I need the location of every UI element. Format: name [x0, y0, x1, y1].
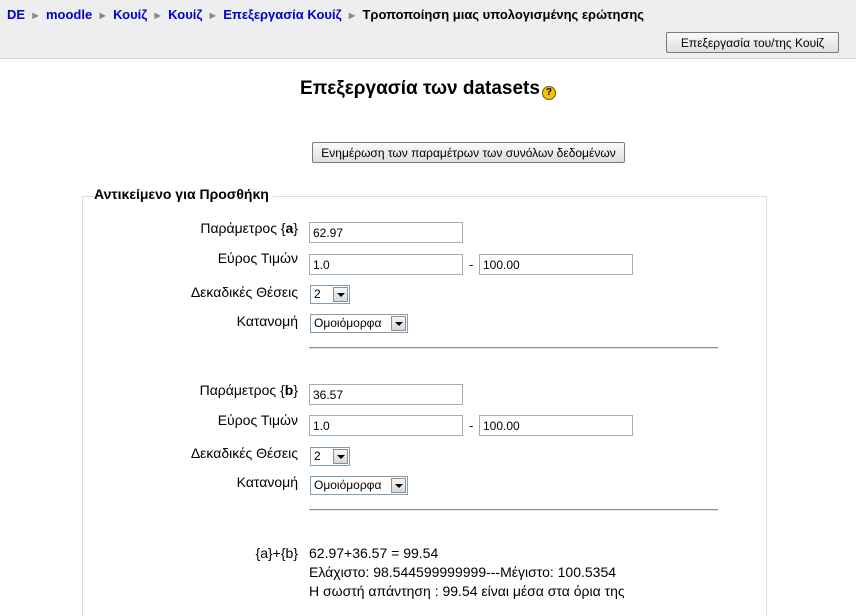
- param-b-decimals-select[interactable]: 2: [310, 447, 350, 466]
- param-b-value-input[interactable]: [309, 384, 463, 405]
- edit-quiz-button[interactable]: Επεξεργασία του/της Κουίζ: [666, 32, 839, 53]
- calculation-answer-check: Η σωστή απάντηση : 99.54 είναι μέσα στα …: [309, 583, 625, 599]
- chevron-down-icon: [391, 478, 406, 493]
- breadcrumb-link-de[interactable]: DE: [7, 7, 25, 22]
- param-label-suffix: }: [293, 220, 298, 236]
- page-title: Επεξεργασία των datasets: [300, 78, 540, 99]
- param-a-value-input[interactable]: [309, 222, 463, 243]
- chevron-down-icon: [333, 287, 348, 302]
- param-b-range-label: Εύρος Τιμών: [217, 412, 298, 428]
- formula-label: {a}+{b}: [255, 545, 298, 561]
- help-icon[interactable]: ?: [541, 86, 556, 100]
- param-a-range-min-input[interactable]: [309, 254, 463, 275]
- page-title-row: Επεξεργασία των datasets?: [0, 78, 856, 100]
- update-dataset-parameters-button[interactable]: Ενημέρωση των παραμέτρων των συνόλων δεδ…: [312, 142, 625, 163]
- calculation-min-max: Ελάχιστο: 98.544599999999---Μέγιστο: 100…: [309, 564, 617, 580]
- breadcrumb: DE ► moodle ► Κουίζ ► Κουίζ ► Επεξεργασία Κουίζ ►…: [7, 7, 644, 22]
- breadcrumb-link-moodle[interactable]: moodle: [46, 7, 92, 22]
- param-b-decimals-label: Δεκαδικές Θέσεις: [190, 445, 298, 461]
- breadcrumb-separator-icon: ►: [346, 10, 358, 22]
- breadcrumb-separator-icon: ►: [30, 10, 41, 22]
- chevron-down-icon: [391, 316, 406, 331]
- param-label-prefix: Παράμετρος {: [200, 220, 286, 236]
- param-b-label: Παράμετρος {b}: [200, 382, 298, 398]
- param-label-prefix: Παράμετρος {: [199, 382, 285, 398]
- select-value: 2: [314, 449, 321, 463]
- select-value: Ομοιόμορφα: [314, 316, 382, 330]
- range-separator: -: [469, 418, 474, 433]
- breadcrumb-link-quiz-course[interactable]: Κουίζ: [113, 7, 147, 22]
- divider: [309, 347, 718, 349]
- select-value: 2: [314, 287, 321, 301]
- param-a-distribution-select[interactable]: Ομοιόμορφα: [310, 314, 408, 333]
- chevron-down-icon: [333, 449, 348, 464]
- param-a-decimals-label: Δεκαδικές Θέσεις: [190, 284, 298, 300]
- breadcrumb-separator-icon: ►: [207, 10, 219, 22]
- breadcrumb-separator-icon: ►: [152, 10, 164, 22]
- breadcrumb-link-edit-quiz[interactable]: Επεξεργασία Κουίζ: [223, 7, 341, 22]
- navbar: DE ► moodle ► Κουίζ ► Κουίζ ► Επεξεργασία Κουίζ ►…: [0, 0, 856, 59]
- divider: [309, 509, 718, 511]
- param-a-decimals-select[interactable]: 2: [310, 285, 350, 304]
- select-value: Ομοιόμορφα: [314, 478, 382, 492]
- breadcrumb-separator-icon: ►: [97, 10, 109, 22]
- param-b-range-max-input[interactable]: [479, 415, 633, 436]
- param-b-distribution-select[interactable]: Ομοιόμορφα: [310, 476, 408, 495]
- param-b-range-min-input[interactable]: [309, 415, 463, 436]
- breadcrumb-link-quiz[interactable]: Κουίζ: [168, 7, 202, 22]
- calculation-result: 62.97+36.57 = 99.54: [309, 545, 439, 561]
- param-a-range-max-input[interactable]: [479, 254, 633, 275]
- param-a-label: Παράμετρος {a}: [200, 220, 298, 236]
- param-label-suffix: }: [293, 382, 298, 398]
- param-a-range-label: Εύρος Τιμών: [217, 250, 298, 266]
- param-b-distribution-label: Κατανομή: [236, 474, 298, 490]
- fieldset-legend: Αντικείμενο για Προσθήκη: [94, 186, 273, 202]
- range-separator: -: [469, 257, 474, 272]
- param-a-distribution-label: Κατανομή: [236, 313, 298, 329]
- breadcrumb-current: Τροποποίηση μιας υπολογισμένης ερώτησης: [362, 7, 645, 22]
